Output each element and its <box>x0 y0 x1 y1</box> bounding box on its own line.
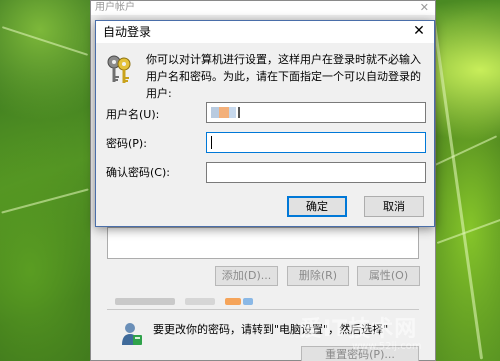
confirm-password-label: 确认密码(C): <box>106 166 170 179</box>
password-field[interactable] <box>206 132 426 153</box>
leaf-vein <box>429 1 484 360</box>
blurred-segment <box>243 298 253 305</box>
blurred-segment <box>219 107 229 118</box>
blurred-segment <box>211 107 219 118</box>
confirm-password-input[interactable] <box>207 163 425 182</box>
dialog-description: 你可以对计算机进行设置，这样用户在登录时就不必输入用户名和密码。为此，请在下面指… <box>146 53 421 100</box>
auto-login-dialog: 自动登录 ✕ 你可以对计算机进行设置，这样用户在登录时就不必输入用户名和密码。为… <box>95 20 435 227</box>
text-caret <box>211 136 212 149</box>
blurred-segment <box>185 298 215 305</box>
site-watermark: 爱IT技术网 <box>300 317 418 342</box>
users-list[interactable] <box>107 227 419 259</box>
keys-icon <box>107 55 131 83</box>
password-input[interactable] <box>207 133 425 152</box>
dialog-titlebar: 自动登录 ✕ <box>96 21 434 43</box>
divider <box>107 309 419 310</box>
user-accounts-titlebar: 用户帐户 ✕ <box>91 1 435 15</box>
site-watermark-url: www.52ij.com <box>352 341 422 352</box>
ok-button[interactable]: 确定 <box>287 196 347 217</box>
password-label: 密码(P): <box>106 137 147 150</box>
close-icon[interactable]: ✕ <box>420 1 429 15</box>
add-user-button[interactable]: 添加(D)... <box>215 266 278 286</box>
leaf-vein <box>1 188 89 214</box>
dialog-title: 自动登录 <box>103 25 152 39</box>
blurred-segment <box>115 298 175 305</box>
blurred-username <box>211 107 241 118</box>
blurred-segment <box>238 107 240 118</box>
leaf-vein <box>432 135 498 167</box>
blurred-segment <box>229 107 236 118</box>
leaf-vein <box>1 26 89 56</box>
username-label: 用户名(U): <box>106 108 160 121</box>
user-accounts-title: 用户帐户 <box>95 2 135 13</box>
delete-user-button[interactable]: 删除(R) <box>287 266 349 286</box>
close-icon[interactable]: ✕ <box>410 22 428 40</box>
cancel-button[interactable]: 取消 <box>364 196 424 217</box>
divider <box>96 191 434 192</box>
leaf-vein <box>436 218 500 244</box>
properties-button[interactable]: 属性(O) <box>357 266 420 286</box>
username-field[interactable] <box>206 102 426 123</box>
blurred-user-info <box>115 298 315 305</box>
confirm-password-field[interactable] <box>206 162 426 183</box>
blurred-segment <box>225 298 241 305</box>
user-password-icon <box>122 323 142 345</box>
